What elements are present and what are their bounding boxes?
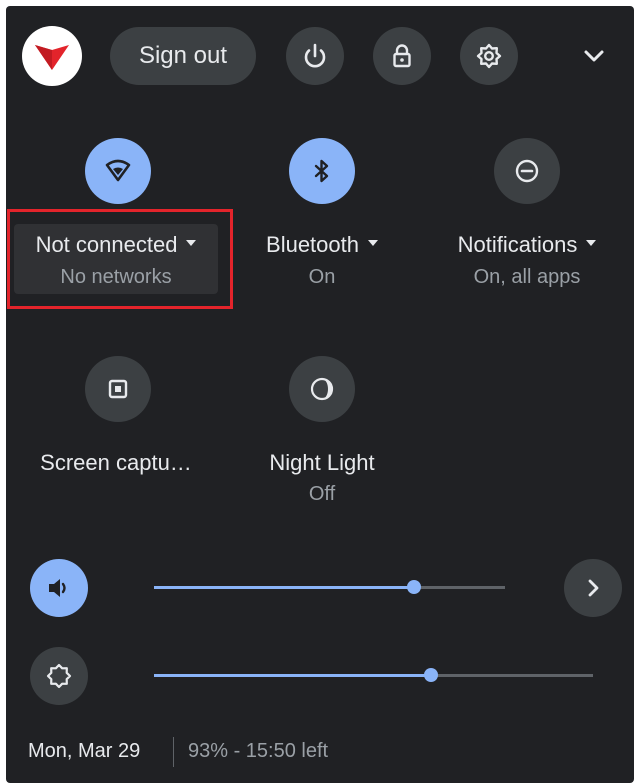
lock-button[interactable] [373,27,431,85]
account-avatar[interactable] [22,26,82,86]
highlight-box [7,209,233,309]
lock-icon [393,44,411,68]
power-icon [304,43,326,68]
caret-down-icon [586,240,597,246]
bluetooth-icon [314,159,329,183]
chevron-down-icon [584,50,604,62]
volume-icon [49,579,66,597]
caret-down-icon [367,240,378,246]
collapse-button[interactable] [568,30,620,82]
account-avatar-logo-icon [35,45,69,70]
brightness-button[interactable] [30,647,88,705]
night-light-icon [310,377,334,401]
settings-button[interactable] [460,27,518,85]
bluetooth-tile-label: Bluetooth [266,232,359,257]
date-label[interactable]: Mon, Mar 29 [28,740,140,763]
brightness-slider-fill [154,674,431,677]
wifi-icon [105,159,131,182]
notifications-tile-sublabel: On, all apps [473,266,581,288]
night-light-toggle[interactable] [289,356,355,422]
night-light-tile-sublabel: Off [308,483,336,505]
night-light-tile-label: Night Light [269,450,375,475]
screen-capture-tile-label: Screen captu… [40,450,192,475]
bluetooth-toggle[interactable] [289,138,355,204]
screen-capture-toggle[interactable] [85,356,151,422]
notifications-tile-label-row[interactable]: Notifications [418,232,634,258]
power-button[interactable] [286,27,344,85]
network-toggle[interactable] [85,138,151,204]
volume-slider-fill [154,586,414,589]
notifications-toggle[interactable] [494,138,560,204]
volume-mute-button[interactable] [30,559,88,617]
brightness-icon [46,663,72,689]
battery-status: 93% - 15:50 left [188,740,329,762]
screen-capture-icon [108,379,128,399]
footer-divider [173,737,174,767]
audio-settings-button[interactable] [564,559,622,617]
brightness-slider-thumb[interactable] [424,668,438,682]
chevron-right-icon [588,579,599,597]
notifications-tile-label: Notifications [457,232,578,257]
gear-icon [476,43,502,69]
do-not-disturb-icon [515,159,539,183]
sign-out-button[interactable]: Sign out [110,27,256,85]
volume-slider-thumb[interactable] [407,580,421,594]
bluetooth-tile-sublabel: On [308,266,336,288]
quick-settings-panel: Sign out Not connected No networks Bluet… [6,6,634,783]
bluetooth-tile-label-row[interactable]: Bluetooth [220,232,424,258]
